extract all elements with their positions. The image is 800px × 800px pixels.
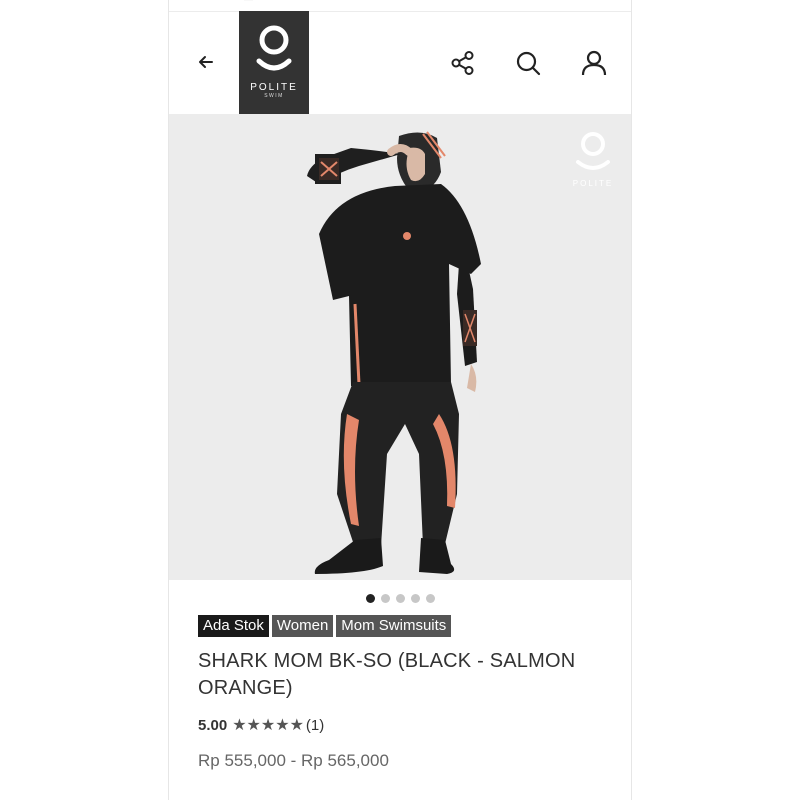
product-title: SHARK MOM BK-SO (BLACK - SALMON ORANGE)	[198, 650, 576, 699]
rating-count: (1)	[305, 716, 325, 734]
product-price: Rp 555,000 - Rp 565,000	[198, 751, 389, 770]
search-icon[interactable]	[514, 49, 542, 77]
product-photo-illustration: POLITE	[169, 114, 631, 580]
product-rating[interactable]: 5.00 ★★★★★ (1)	[198, 715, 324, 735]
tag-women[interactable]: Women	[271, 615, 334, 637]
logo-brand-text: POLITE	[250, 82, 298, 93]
stock-badge: Ada Stok	[198, 615, 269, 637]
carousel-dot-3[interactable]	[395, 594, 405, 603]
site-header: POLITE SWIM	[169, 11, 631, 114]
product-image[interactable]: POLITE	[169, 114, 631, 580]
arrow-left-icon[interactable]	[195, 51, 217, 73]
carousel-dot-2[interactable]	[380, 594, 390, 603]
logo-sub-text: SWIM	[264, 93, 284, 99]
carousel-dots	[169, 590, 631, 603]
tag-mom-swimsuits[interactable]: Mom Swimsuits	[336, 615, 452, 637]
watermark-text: POLITE	[573, 179, 613, 188]
carousel-dot-4[interactable]	[410, 594, 420, 603]
logo-mark	[256, 25, 292, 71]
mobile-page: — POLITE SWIM	[168, 0, 632, 800]
star-rating-icon: ★★★★★	[232, 717, 304, 734]
carousel-dot-5[interactable]	[425, 594, 435, 603]
carousel-dot-1[interactable]	[365, 594, 375, 603]
user-icon[interactable]	[580, 49, 608, 77]
polite-swim-logo[interactable]: POLITE SWIM	[239, 11, 309, 114]
share-icon[interactable]	[449, 49, 477, 77]
rating-score: 5.00	[198, 716, 228, 734]
product-tags: Ada Stok Women Mom Swimsuits	[198, 615, 454, 639]
